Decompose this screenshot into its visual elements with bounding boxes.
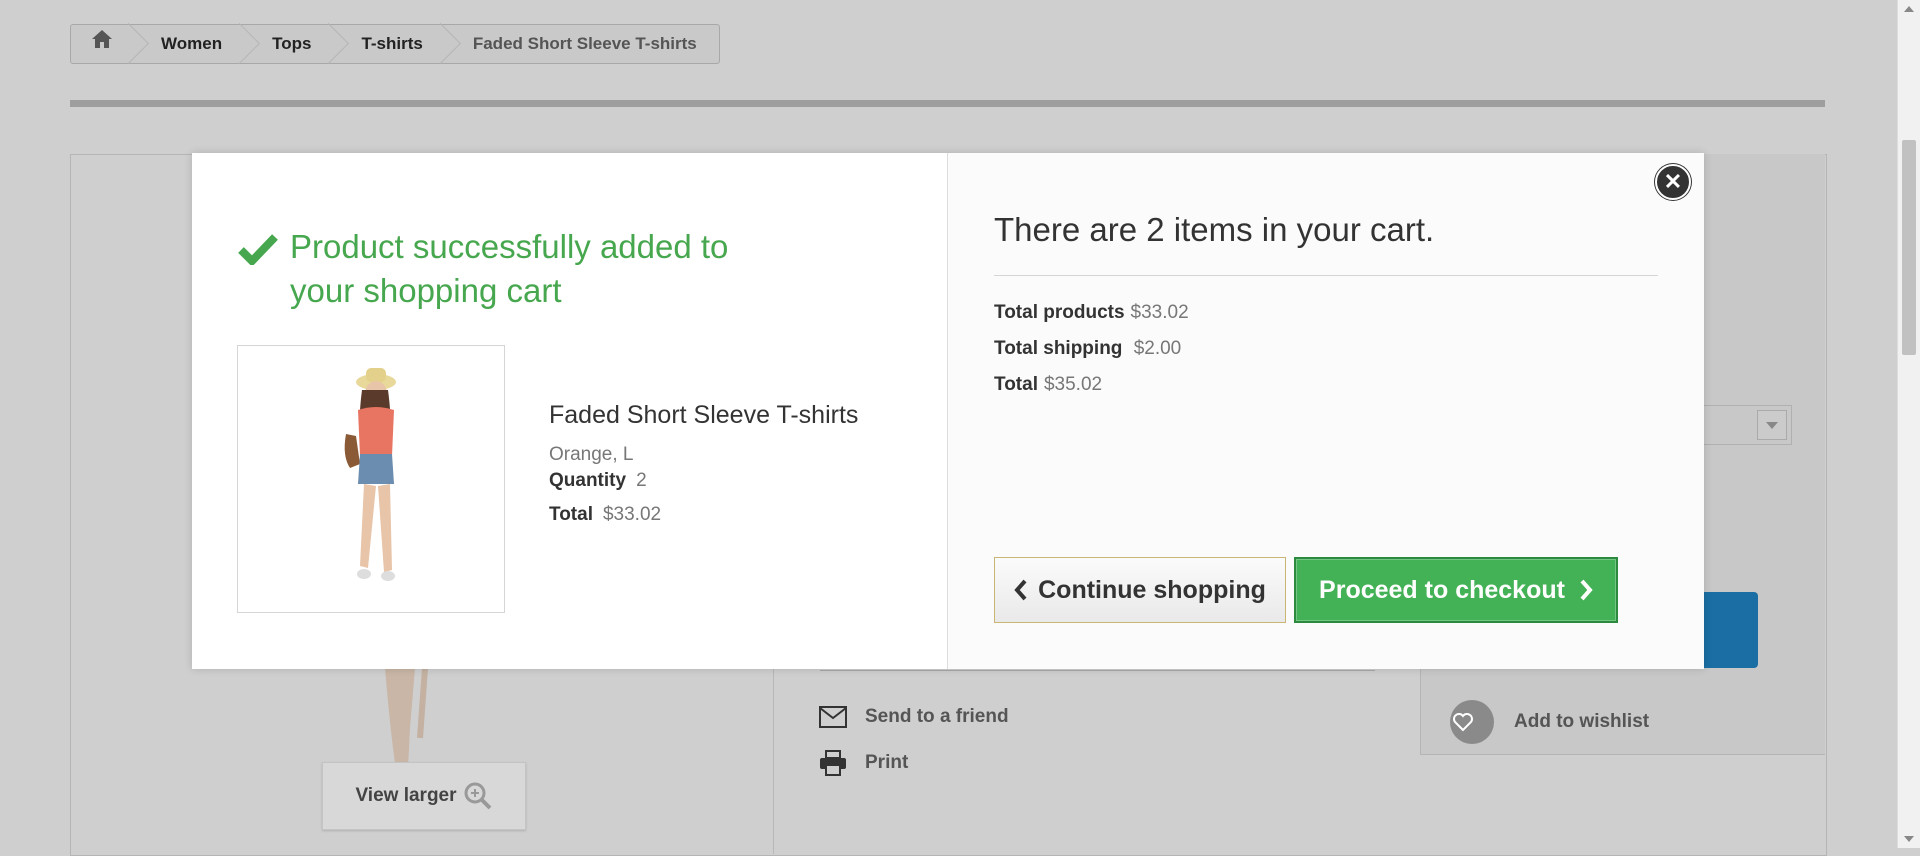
heart-icon: [1450, 700, 1494, 744]
breadcrumb-tops[interactable]: Tops: [244, 25, 333, 63]
total-shipping-row: Total shipping $2.00: [994, 338, 1189, 360]
chevron-right-icon: [1580, 579, 1593, 601]
breadcrumb: Women Tops T-shirts Faded Short Sleeve T…: [70, 24, 720, 64]
product-total: Total $33.02: [549, 504, 858, 526]
cart-total-row: Total $35.02: [994, 374, 1189, 396]
cart-title: There are 2 items in your cart.: [994, 211, 1435, 248]
cart-modal: Product successfully added to your shopp…: [192, 153, 1704, 669]
total-products-label: Total products: [994, 302, 1125, 323]
breadcrumb-women[interactable]: Women: [133, 25, 244, 63]
scrollbar-thumb[interactable]: [1902, 140, 1916, 355]
total-products-row: Total products $33.02: [994, 302, 1189, 324]
quantity-value: 2: [636, 470, 647, 491]
continue-shopping-button[interactable]: Continue shopping: [994, 557, 1286, 623]
cart-total-value: $35.02: [1043, 374, 1103, 395]
add-to-wishlist-link[interactable]: Add to wishlist: [1450, 700, 1649, 744]
view-larger-label: View larger: [355, 785, 457, 806]
total-shipping-value: $2.00: [1133, 338, 1182, 359]
success-message: Product successfully added to your shopp…: [238, 225, 770, 313]
quantity-label: Quantity: [549, 470, 627, 491]
printer-icon: [820, 750, 846, 776]
checkmark-icon: [238, 234, 278, 265]
add-to-cart-button[interactable]: [1700, 592, 1758, 668]
view-larger-button[interactable]: View larger: [322, 762, 526, 830]
send-to-friend-link[interactable]: Send to a friend: [819, 706, 1009, 728]
chevron-left-icon: [1014, 579, 1027, 601]
chevron-down-icon: [1757, 410, 1787, 440]
scrollbar[interactable]: [1897, 0, 1920, 848]
product-total-value: $33.02: [602, 504, 662, 525]
scroll-up-icon[interactable]: [1904, 6, 1914, 12]
scroll-down-icon[interactable]: [1904, 836, 1914, 842]
product-info: Faded Short Sleeve T-shirts Orange, L Qu…: [549, 401, 858, 538]
print-link[interactable]: Print: [819, 750, 908, 776]
divider-bar: [70, 100, 1825, 107]
breadcrumb-tshirts[interactable]: T-shirts: [333, 25, 444, 63]
continue-shopping-label: Continue shopping: [1038, 575, 1266, 604]
success-text: Product successfully added to your shopp…: [290, 228, 729, 309]
product-name: Faded Short Sleeve T-shirts: [549, 401, 859, 429]
product-total-label: Total: [549, 504, 593, 525]
product-quantity: Quantity 2: [549, 470, 858, 492]
zoom-icon: [464, 782, 491, 810]
send-to-friend-label: Send to a friend: [865, 706, 1009, 727]
modal-cart-section: ✕ There are 2 items in your cart. Total …: [948, 153, 1704, 669]
envelope-icon: [819, 706, 847, 728]
total-shipping-label: Total shipping: [994, 338, 1123, 359]
close-icon[interactable]: ✕: [1655, 164, 1691, 200]
home-icon: [92, 30, 112, 48]
print-label: Print: [865, 752, 909, 773]
proceed-to-checkout-button[interactable]: Proceed to checkout: [1294, 557, 1618, 623]
total-products-value: $33.02: [1130, 302, 1189, 323]
product-image: [237, 345, 505, 613]
add-to-wishlist-label: Add to wishlist: [1514, 711, 1650, 732]
proceed-to-checkout-label: Proceed to checkout: [1319, 575, 1565, 604]
breadcrumb-home[interactable]: [71, 25, 133, 63]
modal-product-section: Product successfully added to your shopp…: [192, 153, 948, 669]
cart-divider: [994, 275, 1658, 276]
product-attributes: Orange, L: [549, 444, 634, 465]
cart-total-label: Total: [994, 374, 1038, 395]
breadcrumb-current: Faded Short Sleeve T-shirts: [472, 34, 697, 53]
divider: [820, 670, 1375, 671]
cart-totals: Total products $33.02 Total shipping $2.0…: [994, 302, 1189, 410]
